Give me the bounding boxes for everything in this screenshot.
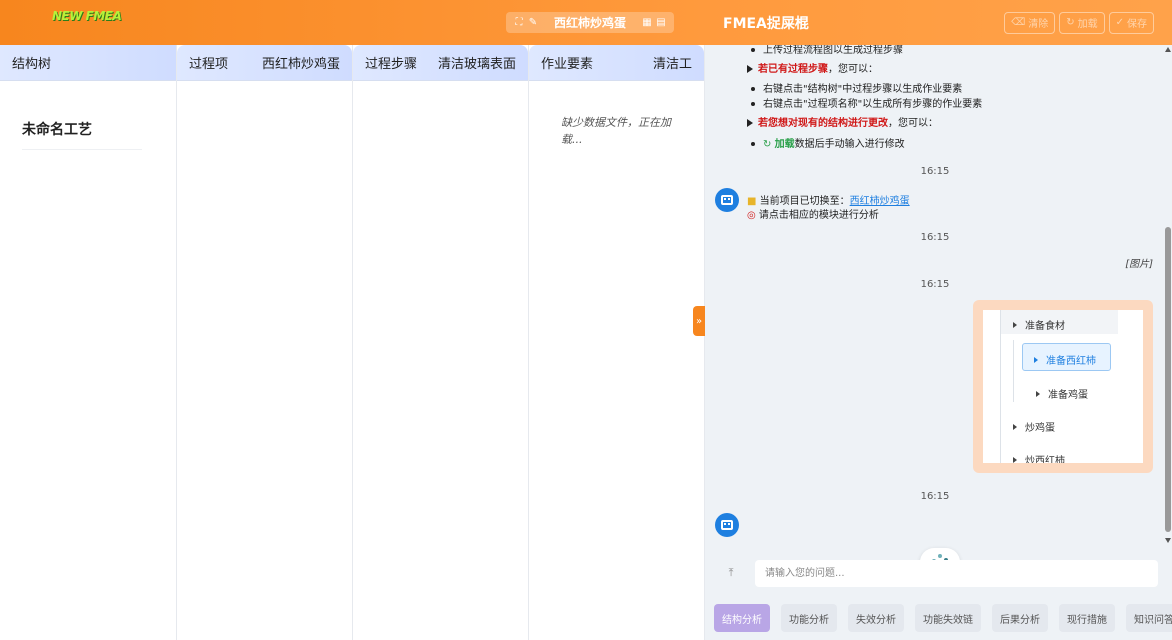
message-line: 右键点击"结构树"中过程步骤以生成作业要素 bbox=[747, 80, 962, 95]
scroll-thumb[interactable] bbox=[1165, 227, 1171, 532]
tree-node: 炒鸡蛋 bbox=[1013, 419, 1055, 434]
structure-tree-panel: 结构树 未命名工艺 bbox=[0, 45, 177, 640]
timestamp: 16:15 bbox=[920, 166, 950, 177]
work-element-panel: 作业要素 清洁工 缺少数据文件，正在加载... bbox=[529, 45, 705, 640]
message-line: 若已有过程步骤，您可以： bbox=[747, 60, 878, 75]
image-message[interactable]: 准备食材 准备西红柿 准备鸡蛋 炒鸡蛋 炒西红柿 bbox=[973, 300, 1153, 473]
process-item-header: 过程项 西红柿炒鸡蛋 bbox=[177, 45, 352, 81]
load-button[interactable]: ↻ 加载 bbox=[1059, 11, 1105, 34]
message-text: 右键点击"结构树"中过程步骤以生成作业要素 bbox=[763, 84, 963, 95]
tree-node: 准备鸡蛋 bbox=[1036, 386, 1088, 401]
app-root: NEW FMEA ⛶ ✎ 西红柿炒鸡蛋 ▦ ▤ 结构树 未命名工艺 过程项 西红… bbox=[0, 0, 1172, 640]
message-text: ，您可以： bbox=[828, 64, 878, 75]
process-step-panel: 过程步骤 清洁玻璃表面 bbox=[353, 45, 529, 640]
image-preview: 准备食材 准备西红柿 准备鸡蛋 炒鸡蛋 炒西红柿 bbox=[983, 310, 1143, 463]
message-line: ■ 当前项目已切换至：西红柿炒鸡蛋 bbox=[747, 192, 910, 207]
save-button[interactable]: ✓ 保存 bbox=[1108, 11, 1154, 34]
scroll-down-arrow[interactable] bbox=[1165, 538, 1171, 543]
load-link[interactable]: 加载 bbox=[775, 139, 795, 150]
message-line: 右键点击"过程项名称"以生成所有步骤的作业要素 bbox=[747, 95, 982, 110]
bot-avatar bbox=[715, 188, 739, 212]
process-step-title: 过程步骤 bbox=[365, 57, 418, 72]
chat-input-row: ⤒ bbox=[705, 560, 1172, 588]
project-selector[interactable]: ⛶ ✎ 西红柿炒鸡蛋 ▦ ▤ bbox=[506, 12, 674, 33]
project-name: 西红柿炒鸡蛋 bbox=[553, 16, 626, 30]
message-line: ◎ 请点击相应的模块进行分析 bbox=[747, 206, 879, 221]
chat-input[interactable] bbox=[755, 560, 1158, 587]
target-icon: ◎ bbox=[747, 210, 756, 221]
tab-knowledge-qa[interactable]: 知识问答 bbox=[1126, 604, 1172, 632]
tab-failure-analysis[interactable]: 失效分析 bbox=[848, 604, 904, 632]
chat-header-actions: ⌫ 清除 ↻ 加载 ✓ 保存 bbox=[1004, 11, 1154, 34]
message-line: 若您想对现有的结构进行更改，您可以： bbox=[747, 114, 938, 129]
image-placeholder-tag: [图片] bbox=[1125, 259, 1153, 270]
message-text: ，您可以： bbox=[888, 118, 938, 129]
process-item-panel: 过程项 西红柿炒鸡蛋 bbox=[177, 45, 353, 640]
process-item-value[interactable]: 西红柿炒鸡蛋 bbox=[262, 53, 340, 72]
structure-tree-title: 结构树 bbox=[12, 57, 52, 72]
work-element-value[interactable]: 清洁工 bbox=[653, 53, 692, 72]
clear-label: 清除 bbox=[1028, 19, 1049, 30]
timestamp: 16:15 bbox=[920, 279, 950, 290]
table-icon[interactable]: ▦ bbox=[640, 16, 654, 30]
message-text: 数据后手动输入进行修改 bbox=[794, 139, 905, 150]
scroll-up-arrow[interactable] bbox=[1165, 47, 1171, 52]
process-item-title: 过程项 bbox=[189, 57, 229, 72]
tree-node: 准备食材 bbox=[1013, 317, 1065, 332]
tab-function-analysis[interactable]: 功能分析 bbox=[781, 604, 837, 632]
process-step-value[interactable]: 清洁玻璃表面 bbox=[438, 53, 516, 72]
save-label: 保存 bbox=[1127, 19, 1147, 30]
tab-consequence-analysis[interactable]: 后果分析 bbox=[992, 604, 1048, 632]
tab-structure-analysis[interactable]: 结构分析 bbox=[714, 604, 770, 632]
message-line: 上传过程流程图以生成过程步骤 bbox=[747, 45, 903, 56]
wrench-icon[interactable]: ✎ bbox=[526, 16, 540, 30]
tree-node: 炒西红柿 bbox=[1013, 452, 1065, 463]
chat-panel: FMEA捉屎棍 ⌫ 清除 ↻ 加载 ✓ 保存 上传过程流程图以生成过程步骤 若已有过程… bbox=[705, 0, 1172, 640]
chat-title: FMEA捉屎棍 bbox=[723, 15, 809, 32]
check-icon: ✓ bbox=[1115, 17, 1124, 28]
refresh-icon: ↻ bbox=[763, 139, 772, 150]
tab-function-failure-chain[interactable]: 功能失效链 bbox=[915, 604, 981, 632]
caret-icon bbox=[747, 119, 753, 127]
message-text: 请点击相应的模块进行分析 bbox=[758, 210, 879, 221]
message-text: 右键点击"过程项名称"以生成所有步骤的作业要素 bbox=[763, 99, 983, 110]
tab-current-measures[interactable]: 现行措施 bbox=[1059, 604, 1115, 632]
workspace: NEW FMEA ⛶ ✎ 西红柿炒鸡蛋 ▦ ▤ 结构树 未命名工艺 过程项 西红… bbox=[0, 0, 705, 640]
message-list: 上传过程流程图以生成过程步骤 若已有过程步骤，您可以： 右键点击"结构树"中过程… bbox=[705, 45, 1165, 545]
tree-root-node[interactable]: 未命名工艺 bbox=[22, 119, 142, 150]
document-icon[interactable]: ▤ bbox=[654, 16, 668, 30]
trash-icon: ⌫ bbox=[1011, 17, 1026, 28]
caret-icon bbox=[747, 65, 753, 73]
chat-scrollbar[interactable] bbox=[1164, 45, 1172, 545]
tree-node-selected: 准备西红柿 bbox=[1034, 352, 1096, 367]
warning-text: 若已有过程步骤 bbox=[758, 64, 828, 75]
collapse-panel-button[interactable]: » bbox=[693, 306, 705, 336]
chat-header: FMEA捉屎棍 ⌫ 清除 ↻ 加载 ✓ 保存 bbox=[705, 0, 1172, 45]
process-step-header: 过程步骤 清洁玻璃表面 bbox=[353, 45, 528, 81]
app-logo: NEW FMEA bbox=[52, 9, 122, 23]
refresh-icon: ↻ bbox=[1066, 17, 1075, 28]
work-element-title: 作业要素 bbox=[541, 57, 594, 72]
message-line: ↻ 加载数据后手动输入进行修改 bbox=[747, 135, 905, 150]
structure-tree-header: 结构树 bbox=[0, 45, 176, 81]
top-bar: NEW FMEA ⛶ ✎ 西红柿炒鸡蛋 ▦ ▤ bbox=[0, 0, 705, 45]
timestamp: 16:15 bbox=[920, 491, 950, 502]
warning-text: 若您想对现有的结构进行更改 bbox=[758, 118, 888, 129]
clear-button[interactable]: ⌫ 清除 bbox=[1004, 11, 1056, 34]
bot-avatar bbox=[715, 513, 739, 537]
timestamp: 16:15 bbox=[920, 232, 950, 243]
load-label: 加载 bbox=[1077, 19, 1098, 30]
work-element-header: 作业要素 清洁工 bbox=[529, 45, 704, 81]
upload-icon[interactable]: ⤒ bbox=[725, 567, 737, 579]
structure-icon[interactable]: ⛶ bbox=[512, 16, 526, 30]
message-text: 上传过程流程图以生成过程步骤 bbox=[763, 45, 903, 56]
loading-message: 缺少数据文件，正在加载... bbox=[561, 116, 671, 146]
analysis-tabs: 结构分析 功能分析 失效分析 功能失效链 后果分析 现行措施 知识问答 bbox=[705, 604, 1172, 632]
